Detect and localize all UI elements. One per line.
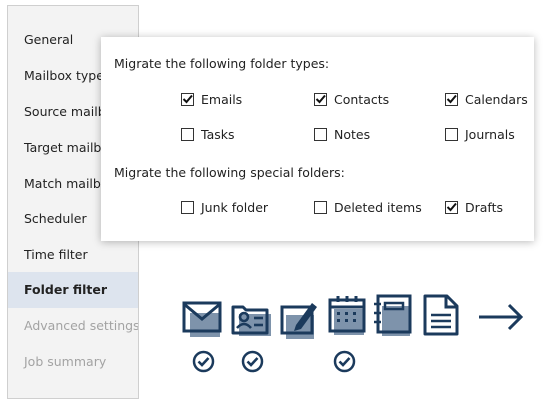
emails-checkbox[interactable] xyxy=(181,93,194,106)
folder-filter-panel: Migrate the following folder types: Emai… xyxy=(101,37,534,241)
checkmark-icon xyxy=(446,202,457,212)
junk-folder-label: Junk folder xyxy=(201,200,269,215)
contacts-checkbox[interactable] xyxy=(314,93,327,106)
checkmark-icon xyxy=(315,94,326,104)
journals-checkbox[interactable] xyxy=(445,128,458,141)
drafts-option[interactable]: Drafts xyxy=(445,200,503,215)
check-circle-icon xyxy=(192,350,215,373)
nav-advanced-settings: Advanced settings xyxy=(24,318,139,333)
journal-icon xyxy=(374,294,412,336)
calendars-checkbox[interactable] xyxy=(445,93,458,106)
deleted-items-option[interactable]: Deleted items xyxy=(314,200,422,215)
checkmark-icon xyxy=(182,94,193,104)
calendars-label: Calendars xyxy=(465,92,528,107)
tasks-option[interactable]: Tasks xyxy=(181,127,235,142)
notes-label: Notes xyxy=(334,127,371,142)
emails-option[interactable]: Emails xyxy=(181,92,242,107)
special-folders-heading: Migrate the following special folders: xyxy=(114,165,345,180)
folder-types-heading: Migrate the following folder types: xyxy=(114,56,330,71)
emails-label: Emails xyxy=(201,92,243,107)
mail-icon xyxy=(182,301,222,337)
notes-edit-icon xyxy=(280,303,317,339)
nav-job-summary: Job summary xyxy=(24,354,107,369)
nav-time-filter[interactable]: Time filter xyxy=(8,237,138,273)
drafts-label: Drafts xyxy=(465,200,504,215)
drafts-checkbox[interactable] xyxy=(445,201,458,214)
calendar-icon xyxy=(328,296,366,335)
calendars-option[interactable]: Calendars xyxy=(445,92,528,107)
contact-card-icon xyxy=(231,305,271,336)
journals-label: Journals xyxy=(465,127,515,142)
junk-folder-option[interactable]: Junk folder xyxy=(181,200,268,215)
check-circle-icon xyxy=(333,350,356,373)
document-icon xyxy=(423,294,459,336)
journals-option[interactable]: Journals xyxy=(445,127,515,142)
deleted-items-label: Deleted items xyxy=(334,200,422,215)
check-circle-icon xyxy=(241,350,264,373)
contacts-label: Contacts xyxy=(334,92,390,107)
checkmark-icon xyxy=(446,94,457,104)
notes-checkbox[interactable] xyxy=(314,128,327,141)
arrow-right-icon xyxy=(479,303,524,331)
tasks-checkbox[interactable] xyxy=(181,128,194,141)
deleted-items-checkbox[interactable] xyxy=(314,201,327,214)
tasks-label: Tasks xyxy=(201,127,235,142)
contacts-option[interactable]: Contacts xyxy=(314,92,389,107)
nav-folder-filter[interactable]: Folder filter xyxy=(8,272,138,308)
junk-folder-checkbox[interactable] xyxy=(181,201,194,214)
notes-option[interactable]: Notes xyxy=(314,127,370,142)
